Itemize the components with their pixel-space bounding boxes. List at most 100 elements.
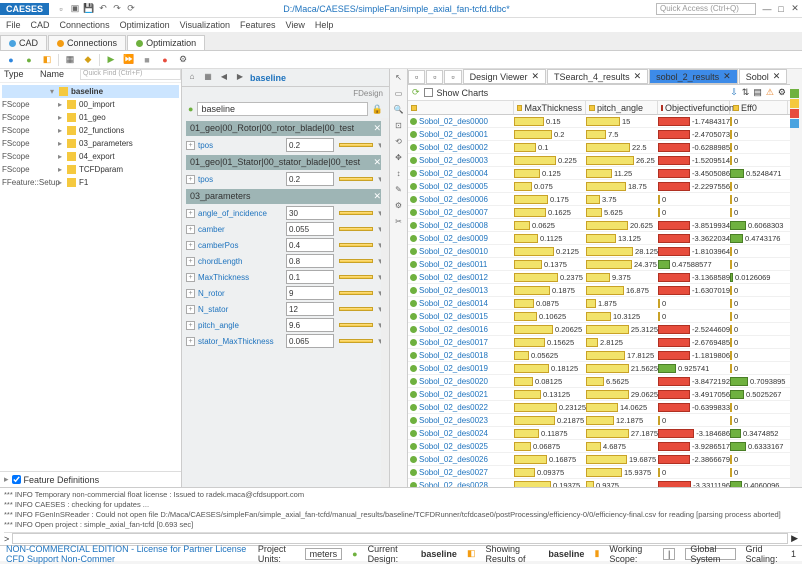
tool-circle-green-icon[interactable]: ●: [22, 53, 36, 67]
minimize-icon[interactable]: —: [760, 4, 774, 14]
result-row[interactable]: Sobol_02_des00120.23759.375-3.13685890.0…: [408, 271, 790, 284]
param-label[interactable]: chordLength: [198, 257, 283, 266]
quick-access-input[interactable]: Quick Access (Ctrl+Q): [656, 3, 756, 15]
param-slider[interactable]: [339, 291, 373, 295]
tool-grid-icon[interactable]: ▦: [63, 53, 77, 67]
new-icon[interactable]: ▫: [55, 3, 67, 15]
rt-refresh-icon[interactable]: ⟳: [412, 87, 420, 98]
result-tab[interactable]: ▫: [444, 70, 461, 84]
rt-gear-icon[interactable]: ⚙: [778, 87, 786, 98]
result-row[interactable]: Sobol_02_des00040.12511.25-3.45050860.52…: [408, 167, 790, 180]
section-close-icon[interactable]: ✕: [373, 123, 381, 134]
close-icon[interactable]: ✕: [788, 3, 802, 14]
vt-cog-icon[interactable]: ⚙: [393, 201, 405, 213]
result-row[interactable]: Sobol_02_des00090.112513.125-3.36220340.…: [408, 232, 790, 245]
expand-icon[interactable]: ▸: [56, 126, 64, 135]
param-slider[interactable]: [339, 275, 373, 279]
menu-features[interactable]: Features: [240, 20, 276, 30]
tool-circle-blue-icon[interactable]: ●: [4, 53, 18, 67]
param-input[interactable]: 9: [286, 286, 334, 300]
tree-row[interactable]: FFeature::Setup▸F1: [2, 176, 179, 189]
vt-scroll-icon[interactable]: ↕: [393, 169, 405, 181]
result-row[interactable]: Sobol_02_des00220.2312514.0625-0.6399833…: [408, 401, 790, 414]
col-name-header[interactable]: [408, 101, 514, 114]
menu-help[interactable]: Help: [315, 20, 334, 30]
result-row[interactable]: Sobol_02_des00050.07518.75-2.22975560: [408, 180, 790, 193]
result-row[interactable]: Sobol_02_des00030.22526.25-1.52095140: [408, 154, 790, 167]
expand-icon[interactable]: ▸: [56, 113, 64, 122]
tool-settings-icon[interactable]: ⚙: [176, 53, 190, 67]
param-slider[interactable]: [339, 143, 373, 147]
tab-close-icon[interactable]: ✕: [773, 71, 781, 82]
project-units-select[interactable]: meters: [305, 548, 343, 560]
vt-cursor-icon[interactable]: ↖: [393, 73, 405, 85]
result-row[interactable]: Sobol_02_des00180.0562517.8125-1.1819806…: [408, 349, 790, 362]
menu-connections[interactable]: Connections: [60, 20, 110, 30]
expand-icon[interactable]: ▸: [56, 178, 64, 187]
col-eff0[interactable]: Eff0: [730, 101, 788, 114]
menu-view[interactable]: View: [286, 20, 305, 30]
redo-icon[interactable]: ↷: [111, 3, 123, 15]
result-row[interactable]: Sobol_02_des00010.27.5-2.47050730: [408, 128, 790, 141]
feature-def-checkbox[interactable]: [12, 475, 21, 484]
result-row[interactable]: Sobol_02_des00110.137524.3750.475885770: [408, 258, 790, 271]
col-maxthickness[interactable]: MaxThickness: [514, 101, 586, 114]
result-row[interactable]: Sobol_02_des00060.1753.7500: [408, 193, 790, 206]
result-row[interactable]: Sobol_02_des00020.122.5-0.62889850: [408, 141, 790, 154]
expand-icon[interactable]: ▸: [56, 100, 64, 109]
open-icon[interactable]: ▣: [69, 3, 81, 15]
expand-param-icon[interactable]: +: [186, 289, 195, 298]
prop-home-icon[interactable]: ⌂: [186, 72, 198, 84]
section-header[interactable]: 01_geo|01_Stator|00_stator_blade|00_test…: [186, 155, 385, 170]
vt-rotate-icon[interactable]: ⟲: [393, 137, 405, 149]
expand-param-icon[interactable]: +: [186, 273, 195, 282]
rt-export-icon[interactable]: ⇩: [730, 87, 738, 98]
tab-connections[interactable]: Connections: [48, 35, 126, 50]
result-row[interactable]: Sobol_02_des00270.0937515.937500: [408, 466, 790, 479]
expand-icon[interactable]: ▸: [56, 165, 64, 174]
tool-play-icon[interactable]: ▶: [104, 53, 118, 67]
result-row[interactable]: Sobol_02_des00200.081256.5625-3.84721920…: [408, 375, 790, 388]
tree-row[interactable]: FScope▸04_export: [2, 150, 179, 163]
refresh-icon[interactable]: ⟳: [125, 3, 137, 15]
param-slider[interactable]: [339, 307, 373, 311]
param-label[interactable]: pitch_angle: [198, 321, 283, 330]
scrollbar[interactable]: [381, 118, 389, 487]
section-close-icon[interactable]: ✕: [373, 157, 381, 168]
col-objective[interactable]: Objectivefunction: [658, 101, 730, 114]
expand-param-icon[interactable]: +: [186, 241, 195, 250]
param-input[interactable]: 0.2: [286, 138, 334, 152]
vt-cut-icon[interactable]: ✂: [393, 217, 405, 229]
tab-optimization[interactable]: Optimization: [127, 35, 205, 50]
param-input[interactable]: 0.8: [286, 254, 334, 268]
tree-row[interactable]: FScope▸03_parameters: [2, 137, 179, 150]
menu-optimization[interactable]: Optimization: [120, 20, 170, 30]
param-slider[interactable]: [339, 339, 373, 343]
expand-param-icon[interactable]: +: [186, 225, 195, 234]
result-row[interactable]: Sobol_02_des00150.1062510.312500: [408, 310, 790, 323]
name-input[interactable]: baseline: [197, 102, 367, 116]
result-row[interactable]: Sobol_02_des00160.2062525.3125-2.5244609…: [408, 323, 790, 336]
vt-fit-icon[interactable]: ⊡: [393, 121, 405, 133]
param-input[interactable]: 0.065: [286, 334, 334, 348]
param-label[interactable]: stator_MaxThickness: [198, 337, 283, 346]
result-tab[interactable]: ▫: [426, 70, 443, 84]
param-label[interactable]: angle_of_incidence: [198, 209, 283, 218]
global-system-select[interactable]: Global System: [685, 548, 735, 560]
menu-file[interactable]: File: [6, 20, 21, 30]
prop-fwd-icon[interactable]: ▶: [234, 72, 246, 84]
vt-pencil-icon[interactable]: ✎: [393, 185, 405, 197]
param-label[interactable]: camberPos: [198, 241, 283, 250]
param-input[interactable]: 30: [286, 206, 334, 220]
param-input[interactable]: 0.4: [286, 238, 334, 252]
param-slider[interactable]: [339, 211, 373, 215]
result-tab[interactable]: sobol_2_results✕: [649, 69, 738, 84]
col-pitchangle[interactable]: pitch_angle: [586, 101, 658, 114]
tree-row[interactable]: FScope▸01_geo: [2, 111, 179, 124]
tab-close-icon[interactable]: ✕: [634, 71, 642, 82]
tree-row[interactable]: FScope▸02_functions: [2, 124, 179, 137]
expand-param-icon[interactable]: +: [186, 175, 195, 184]
expand-icon[interactable]: ▸: [56, 152, 64, 161]
vt-pan-icon[interactable]: ✥: [393, 153, 405, 165]
param-label[interactable]: tpos: [198, 175, 283, 184]
